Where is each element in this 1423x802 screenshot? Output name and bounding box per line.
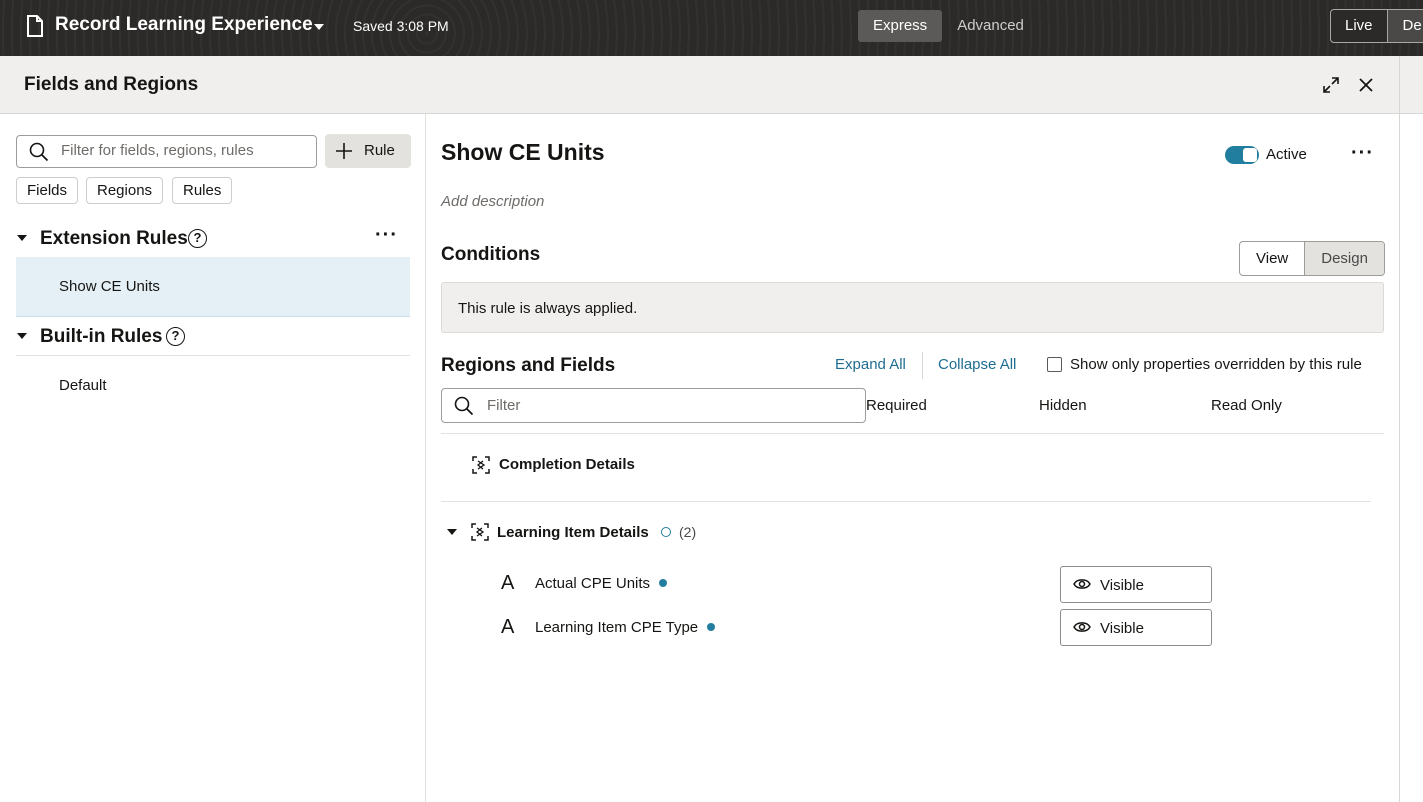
region-icon [472,456,490,474]
collapse-extension-rules-icon[interactable] [17,235,27,241]
divider [441,501,1371,502]
chevron-down-icon[interactable] [312,20,326,34]
search-icon [29,142,49,162]
region-completion-details[interactable]: Completion Details [499,456,635,473]
regions-fields-title: Regions and Fields [441,355,616,376]
extension-rules-title: Extension Rules [40,228,188,249]
left-pane: Rule Fields Regions Rules Extension Rule… [0,114,426,802]
de-button[interactable]: De [1387,9,1423,43]
page-icon [27,15,43,37]
overridden-dot [659,579,667,587]
help-icon[interactable]: ? [188,229,207,248]
override-indicator-icon [661,527,671,537]
saved-status: Saved 3:08 PM [353,18,449,34]
text-field-icon: A [501,616,515,638]
more-icon[interactable]: ··· [375,224,398,247]
collapse-builtin-rules-icon[interactable] [17,333,27,339]
mode-advanced[interactable]: Advanced [942,10,1039,42]
region-learning-item-details[interactable]: Learning Item Details [497,524,649,541]
view-button[interactable]: View [1240,242,1304,275]
text-field-icon: A [501,572,515,594]
plus-icon [336,143,352,159]
mode-toggle: Express Advanced [858,10,1039,42]
field-label[interactable]: Actual CPE Units [535,575,650,592]
field-count: (2) [679,524,697,540]
show-overridden-label: Show only properties overridden by this … [1070,356,1362,373]
search-input[interactable] [61,142,311,159]
divider [441,433,1384,434]
panel-title: Fields and Regions [24,74,199,95]
add-rule-label: Rule [364,142,395,159]
environment-buttons: Live De [1330,9,1423,43]
conditions-title: Conditions [441,244,541,265]
rule-item-label: Show CE Units [59,278,160,295]
field-label[interactable]: Learning Item CPE Type [535,619,698,636]
eye-icon [1073,579,1091,589]
view-design-toggle: View Design [1239,241,1385,276]
add-description[interactable]: Add description [441,193,544,210]
search-icon [454,396,474,416]
fields-filter[interactable] [441,388,866,423]
chip-rules[interactable]: Rules [172,177,233,204]
active-label: Active [1266,146,1307,163]
expand-all-link[interactable]: Expand All [835,356,906,373]
builtin-rules-title: Built-in Rules [40,326,163,347]
region-icon [471,523,489,541]
eye-icon [1073,622,1091,632]
column-read-only: Read Only [1211,397,1282,414]
filter-input[interactable] [487,397,847,414]
panel-header: Fields and Regions [0,56,1399,114]
visibility-button[interactable]: Visible [1060,609,1212,646]
rule-item-show-ce-units[interactable]: Show CE Units [16,257,410,317]
divider [16,355,410,356]
help-icon[interactable]: ? [166,327,185,346]
show-overridden-checkbox[interactable] [1047,357,1062,372]
right-panel-header [1399,56,1423,114]
more-icon[interactable]: ··· [1351,142,1374,165]
right-panel-strip [1399,56,1423,802]
mode-express[interactable]: Express [858,10,943,42]
condition-text: This rule is always applied. [458,300,638,317]
add-rule-button[interactable]: Rule [325,134,411,168]
expand-icon[interactable] [1321,75,1341,95]
chip-regions[interactable]: Regions [86,177,164,204]
collapse-region-icon[interactable] [447,529,457,535]
column-hidden: Hidden [1039,397,1087,414]
rule-item-default[interactable]: Default [59,377,107,394]
top-bar: Record Learning Experience Saved 3:08 PM… [0,0,1423,56]
condition-box: This rule is always applied. [441,282,1384,333]
divider [922,352,923,379]
design-button[interactable]: Design [1304,242,1384,275]
active-toggle[interactable] [1225,146,1259,164]
visibility-button[interactable]: Visible [1060,566,1212,603]
overridden-dot [707,623,715,631]
column-required: Required [866,397,927,414]
close-icon[interactable] [1356,75,1376,95]
rules-search[interactable] [16,135,317,168]
collapse-all-link[interactable]: Collapse All [938,356,1016,373]
visibility-label: Visible [1100,620,1144,637]
live-button[interactable]: Live [1330,9,1388,43]
visibility-label: Visible [1100,577,1144,594]
rule-title[interactable]: Show CE Units [441,139,605,166]
app-title[interactable]: Record Learning Experience [55,14,313,36]
chip-fields[interactable]: Fields [16,177,79,204]
